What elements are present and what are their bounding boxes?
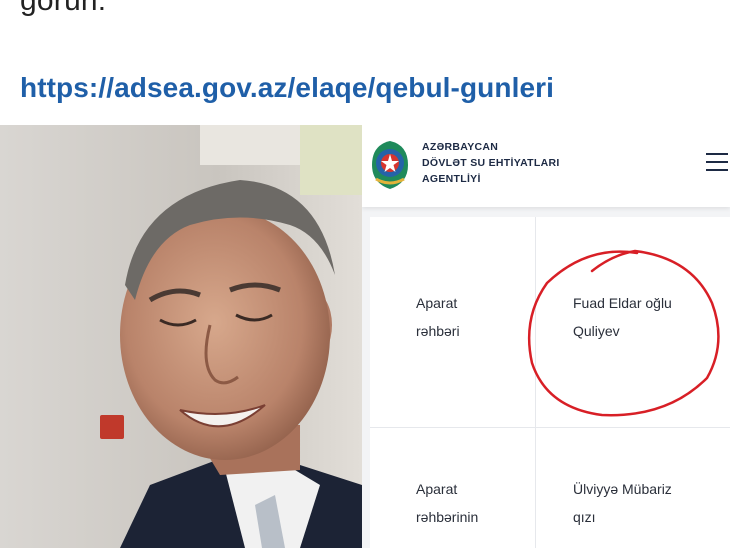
table-cell-name: Ülviyyə Mübariz qızı [573, 475, 672, 531]
organization-name-line: AGENTLİYİ [422, 173, 481, 185]
organization-name-line: DÖVLƏT SU EHTİYATLARI [422, 157, 560, 169]
site-header: AZƏRBAYCAN DÖVLƏT SU EHTİYATLARI AGENTLİ… [362, 125, 730, 207]
person-photo [0, 125, 362, 548]
person-photo-image [0, 125, 362, 548]
state-emblem-icon [372, 141, 408, 189]
row-divider [370, 427, 730, 428]
column-divider [535, 217, 536, 548]
post-text: görün: [20, 0, 107, 17]
table-cell-name: Fuad Eldar oğlu Quliyev [573, 289, 672, 345]
position-text: Aparat [416, 295, 458, 311]
website-screenshot: AZƏRBAYCAN DÖVLƏT SU EHTİYATLARI AGENTLİ… [362, 125, 730, 548]
table-cell-position: Aparat rəhbəri [416, 289, 460, 345]
position-text: Aparat [416, 481, 458, 497]
person-name-text: Quliyev [573, 323, 620, 339]
organization-name-line: AZƏRBAYCAN [422, 141, 499, 153]
person-name-text: qızı [573, 509, 596, 525]
reception-table: Aparat rəhbəri Fuad Eldar oğlu Quliyev A… [370, 217, 730, 548]
person-name-text: Ülviyyə Mübariz [573, 481, 672, 497]
hamburger-menu-icon[interactable] [706, 153, 728, 173]
table-cell-position: Aparat rəhbərinin [416, 475, 478, 531]
position-text: rəhbərinin [416, 509, 479, 525]
organization-name: AZƏRBAYCAN DÖVLƏT SU EHTİYATLARI AGENTLİ… [422, 139, 560, 187]
person-name-text: Fuad Eldar oğlu [573, 295, 672, 311]
post-link[interactable]: https://adsea.gov.az/elaqe/qebul-gunleri [20, 72, 554, 104]
position-text: rəhbəri [416, 323, 460, 339]
